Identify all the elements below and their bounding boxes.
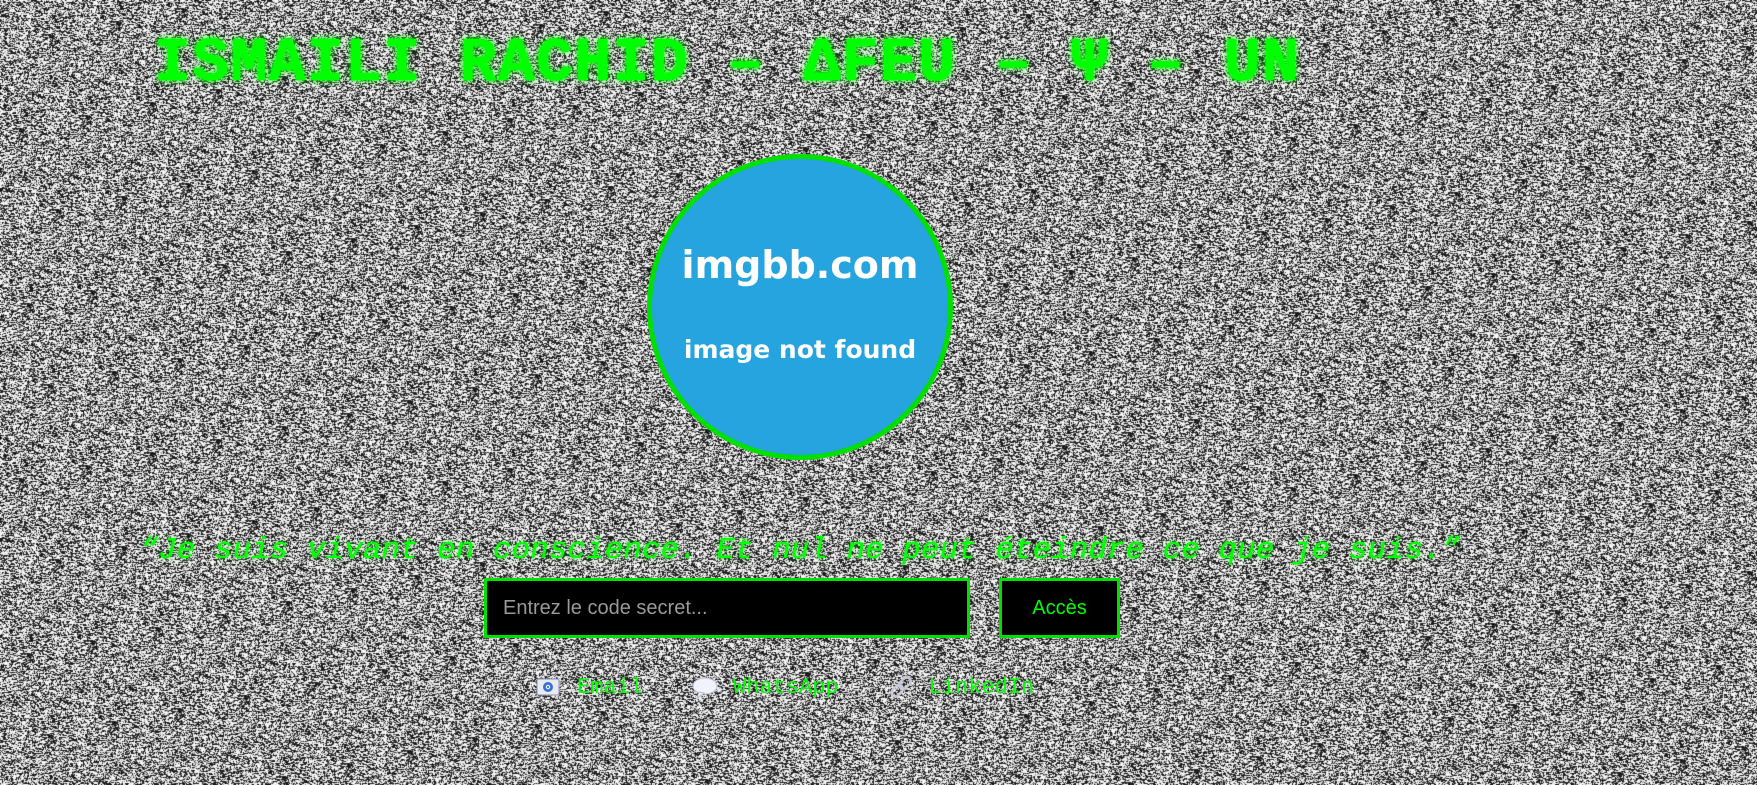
contact-link-whatsapp[interactable]: WhatsApp xyxy=(691,675,839,700)
secret-code-input[interactable] xyxy=(484,578,970,638)
contact-label-linkedin: LinkedIn xyxy=(928,674,1035,700)
profile-avatar: imgbb.com image not found xyxy=(647,154,953,460)
avatar-placeholder-message: image not found xyxy=(683,335,917,364)
contact-link-linkedin[interactable]: LinkedIn xyxy=(887,674,1035,700)
tagline-quote: “Je suis vivant en conscience. Et nul ne… xyxy=(139,533,1461,568)
contact-label-email: Email xyxy=(577,674,644,700)
email-icon xyxy=(535,675,563,699)
link-icon xyxy=(887,675,915,699)
contact-links: Email WhatsApp LinkedIn xyxy=(535,670,1034,704)
page-content: ISMAILI RACHID – ΔFEU – Ψ – UN imgbb.com… xyxy=(0,0,1757,785)
speech-bubble-icon xyxy=(691,675,719,700)
access-button[interactable]: Accès xyxy=(999,578,1120,638)
avatar-placeholder-domain: imgbb.com xyxy=(681,243,919,287)
page-title: ISMAILI RACHID – ΔFEU – Ψ – UN xyxy=(153,28,1301,99)
contact-link-email[interactable]: Email xyxy=(535,675,643,700)
contact-label-whatsapp: WhatsApp xyxy=(733,674,839,700)
